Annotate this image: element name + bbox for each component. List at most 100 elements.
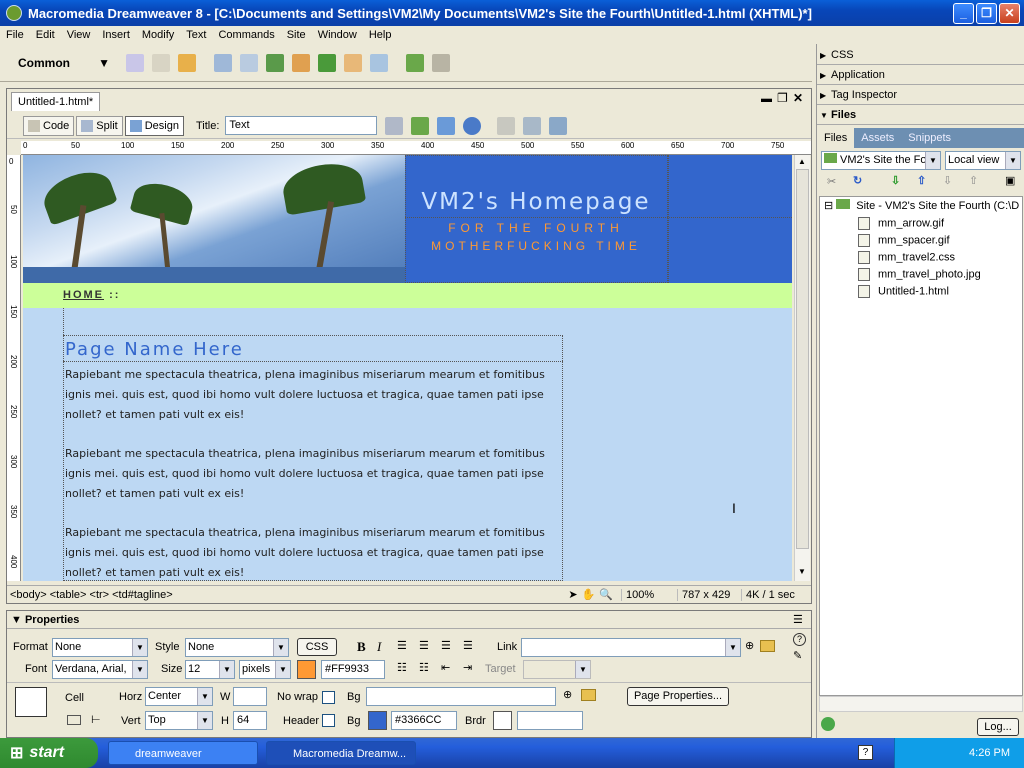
menu-view[interactable]: View xyxy=(61,29,97,41)
bg-image-input[interactable] xyxy=(366,687,556,706)
menu-file[interactable]: File xyxy=(0,29,30,41)
text-color-input[interactable]: #FF9933 xyxy=(321,660,385,679)
put-files-icon[interactable]: ⇧ xyxy=(917,174,926,187)
view-select[interactable]: Local view ▼ xyxy=(945,151,1021,170)
menu-site[interactable]: Site xyxy=(281,29,312,41)
vertical-scrollbar[interactable]: ▲ ▼ xyxy=(794,155,810,581)
css-button[interactable]: CSS xyxy=(297,638,337,656)
expand-icon[interactable]: ▣ xyxy=(1005,174,1015,187)
browser-check-icon[interactable] xyxy=(463,116,482,135)
help-icon[interactable]: ? xyxy=(793,633,806,646)
menu-modify[interactable]: Modify xyxy=(136,29,180,41)
split-cell-icon[interactable]: ⊢ xyxy=(91,713,101,726)
merge-cells-icon[interactable] xyxy=(67,715,81,725)
justify-icon[interactable]: ☰ xyxy=(463,639,473,652)
application-panel-header[interactable]: Application xyxy=(817,66,1024,85)
connect-icon[interactable]: ✂ xyxy=(827,175,836,188)
view-options-icon[interactable] xyxy=(523,116,542,135)
tag-chooser-icon[interactable] xyxy=(432,53,450,72)
quick-tag-editor-icon[interactable]: ✎ xyxy=(793,649,802,662)
task-dreamweaver-app[interactable]: Macromedia Dreamw... xyxy=(266,741,416,765)
zoom-select[interactable]: 100% xyxy=(621,588,677,601)
link-input[interactable]: ▼ xyxy=(521,638,741,657)
minimize-button[interactable]: _ xyxy=(953,2,974,24)
site-select[interactable]: VM2's Site the Fo ▼ xyxy=(821,151,941,170)
align-right-icon[interactable]: ☰ xyxy=(441,639,451,652)
image-icon[interactable] xyxy=(266,53,284,72)
scroll-thumb[interactable] xyxy=(796,169,809,549)
validate-icon[interactable] xyxy=(385,116,404,135)
table-icon[interactable] xyxy=(214,53,232,72)
menu-help[interactable]: Help xyxy=(363,29,398,41)
document-tab[interactable]: Untitled-1.html* xyxy=(11,92,101,111)
refresh-icon[interactable]: ↻ xyxy=(853,174,862,187)
file-item[interactable]: Untitled-1.html xyxy=(858,285,949,298)
browse-folder-icon[interactable] xyxy=(760,640,775,652)
date-icon[interactable] xyxy=(318,53,336,72)
tab-snippets[interactable]: Snippets xyxy=(901,128,958,148)
files-panel-header[interactable]: Files xyxy=(817,106,1024,125)
check-out-icon[interactable]: ⇩ xyxy=(943,174,952,187)
named-anchor-icon[interactable] xyxy=(178,53,196,72)
layer-icon[interactable] xyxy=(240,53,258,72)
select-tool-icon[interactable]: ➤ xyxy=(568,588,577,601)
point-to-file-icon[interactable]: ⊕ xyxy=(745,639,754,652)
scroll-down-icon[interactable]: ▼ xyxy=(798,567,806,576)
hand-tool-icon[interactable]: ✋ xyxy=(582,588,596,601)
bold-button[interactable]: B xyxy=(357,639,366,655)
visual-aids-icon[interactable] xyxy=(549,116,568,135)
menu-edit[interactable]: Edit xyxy=(30,29,61,41)
menu-insert[interactable]: Insert xyxy=(96,29,136,41)
unit-select[interactable]: pixels ▼ xyxy=(239,660,291,679)
browse-folder-icon[interactable] xyxy=(581,689,596,701)
style-select[interactable]: None ▼ xyxy=(185,638,289,657)
title-input[interactable]: Text xyxy=(225,116,378,135)
vert-select[interactable]: Top ▼ xyxy=(145,711,213,730)
border-color-swatch[interactable] xyxy=(493,711,512,730)
design-view-button[interactable]: Design xyxy=(124,115,184,136)
bg-color-swatch[interactable] xyxy=(368,711,387,730)
ordered-list-icon[interactable]: ☷ xyxy=(419,661,429,674)
file-item[interactable]: mm_spacer.gif xyxy=(858,234,950,247)
task-dreamweaver-folder[interactable]: dreamweaver xyxy=(108,741,258,765)
css-panel-header[interactable]: CSS xyxy=(817,46,1024,65)
format-select[interactable]: None ▼ xyxy=(52,638,148,657)
horizontal-scrollbar[interactable] xyxy=(819,696,1023,712)
file-item[interactable]: mm_travel_photo.jpg xyxy=(858,268,981,281)
scroll-up-icon[interactable]: ▲ xyxy=(798,157,806,166)
file-item[interactable]: mm_travel2.css xyxy=(858,251,955,264)
window-size[interactable]: 787 x 429 xyxy=(677,588,741,601)
tab-files[interactable]: Files xyxy=(817,128,855,148)
site-root[interactable]: ⊟ Site - VM2's Site the Fourth (C:\D xyxy=(824,199,1019,212)
get-files-icon[interactable]: ⇩ xyxy=(891,174,900,187)
indent-icon[interactable]: ⇥ xyxy=(463,661,472,674)
bg-color-input[interactable]: #3366CC xyxy=(391,711,457,730)
refresh-icon[interactable] xyxy=(497,116,516,135)
code-view-button[interactable]: Code xyxy=(23,115,75,136)
split-view-button[interactable]: Split xyxy=(76,115,123,136)
hyperlink-icon[interactable] xyxy=(126,53,144,72)
outdent-icon[interactable]: ⇤ xyxy=(441,661,450,674)
text-color-swatch[interactable] xyxy=(297,660,316,679)
file-management-icon[interactable] xyxy=(437,116,456,135)
tag-selector[interactable]: <body> <table> <tr> <td#tagline> xyxy=(10,589,568,601)
menu-window[interactable]: Window xyxy=(312,29,363,41)
preview-icon[interactable] xyxy=(411,116,430,135)
options-menu-icon[interactable]: ☰ xyxy=(793,613,803,626)
doc-close-icon[interactable]: ✕ xyxy=(793,91,803,105)
tag-inspector-panel-header[interactable]: Tag Inspector xyxy=(817,86,1024,105)
horz-select[interactable]: Center ▼ xyxy=(145,687,213,706)
tab-assets[interactable]: Assets xyxy=(854,128,901,148)
unordered-list-icon[interactable]: ☷ xyxy=(397,661,407,674)
design-canvas[interactable]: VM2's Homepage FOR THE FOURTH MOTHERFUCK… xyxy=(23,155,792,581)
width-input[interactable] xyxy=(233,687,267,706)
nowrap-checkbox[interactable] xyxy=(322,691,335,704)
start-button[interactable]: ⊞ start xyxy=(0,738,98,768)
page-properties-button[interactable]: Page Properties... xyxy=(627,687,729,706)
menu-commands[interactable]: Commands xyxy=(212,29,280,41)
comment-icon[interactable] xyxy=(370,53,388,72)
file-item[interactable]: mm_arrow.gif xyxy=(858,217,944,230)
email-link-icon[interactable] xyxy=(152,53,170,72)
check-in-icon[interactable]: ⇧ xyxy=(969,174,978,187)
height-input[interactable]: 64 xyxy=(233,711,267,730)
